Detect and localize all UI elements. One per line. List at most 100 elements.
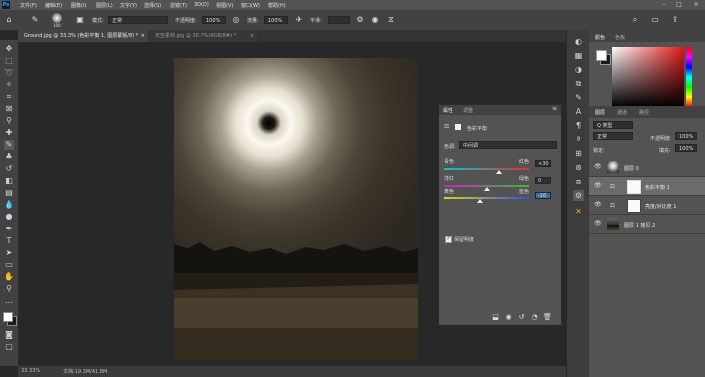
preserve-luminosity-checkbox[interactable]: ✓ xyxy=(445,236,452,243)
tab-adjustments[interactable]: 调整 xyxy=(463,107,473,114)
smoothing-input[interactable] xyxy=(328,16,350,24)
menu-3d[interactable]: 3D(D) xyxy=(194,2,209,8)
visibility-eye-icon[interactable]: 👁 xyxy=(594,163,602,171)
menu-select[interactable]: 选择(S) xyxy=(144,2,161,9)
properties-panel-icon[interactable]: ⚙ xyxy=(573,190,584,201)
magenta-green-value[interactable]: 0 xyxy=(535,177,551,184)
character-panel-icon[interactable]: A xyxy=(573,106,584,117)
layer-mask-thumbnail[interactable] xyxy=(627,180,641,194)
zoom-tool-icon[interactable]: ⚲ xyxy=(4,284,14,294)
minimize-icon[interactable]: – xyxy=(660,1,668,9)
blur-tool-icon[interactable]: 💧 xyxy=(4,200,14,210)
layer-row[interactable]: 👁 图层 0 xyxy=(589,158,705,177)
menu-edit[interactable]: 编辑(E) xyxy=(45,2,62,9)
adjustments-panel-icon[interactable]: ◑ xyxy=(573,64,584,75)
rectangle-tool-icon[interactable]: ▭ xyxy=(4,260,14,270)
panel-menu-icon[interactable]: ≡ xyxy=(552,105,557,112)
layer-mask-thumbnail[interactable] xyxy=(627,199,641,213)
yellow-blue-slider[interactable] xyxy=(444,197,529,199)
foreground-color-swatch[interactable] xyxy=(3,312,13,322)
marquee-tool-icon[interactable]: ⬚ xyxy=(4,56,14,66)
blend-mode-select[interactable]: 正常 xyxy=(593,132,633,140)
menu-filter[interactable]: 滤镜(T) xyxy=(170,2,187,9)
mode-select[interactable]: 正常 xyxy=(108,16,168,24)
tone-select[interactable]: 中间调 xyxy=(459,141,557,149)
slider-knob[interactable] xyxy=(496,170,503,174)
tab-sky-jpg[interactable]: 天空素材.jpg @ 30.7%(RGB/8#) * × xyxy=(149,30,257,42)
reset-icon[interactable]: ↺ xyxy=(517,313,526,322)
screen-mode-icon[interactable]: ▢ xyxy=(4,342,14,352)
brush-preview-icon[interactable] xyxy=(52,13,62,23)
move-tool-icon[interactable]: ✥ xyxy=(4,44,14,54)
tab-layers[interactable]: 图层 xyxy=(595,109,605,116)
search-icon[interactable]: ⌕ xyxy=(630,15,640,25)
more-tools-icon[interactable]: … xyxy=(4,296,14,306)
hue-slider[interactable] xyxy=(686,47,692,107)
clip-to-layer-icon[interactable]: ⬓ xyxy=(491,313,500,322)
delete-icon[interactable]: 🗑 xyxy=(543,313,552,322)
zoom-level[interactable]: 33.33% xyxy=(21,368,40,374)
share-icon[interactable]: ⇪ xyxy=(670,15,680,25)
layer-filter-select[interactable]: Q 类型 xyxy=(593,121,633,129)
tools-cross-icon[interactable]: ✕ xyxy=(573,206,584,217)
pressure-opacity-icon[interactable]: ◎ xyxy=(231,15,241,25)
visibility-eye-icon[interactable]: 👁 xyxy=(594,220,602,228)
eyedropper-tool-icon[interactable]: ⚲ xyxy=(4,116,14,126)
home-icon[interactable]: ⌂ xyxy=(4,15,14,25)
menu-help[interactable]: 帮助(H) xyxy=(268,2,286,9)
lasso-tool-icon[interactable]: ➰ xyxy=(4,68,14,78)
brush-tool-icon[interactable]: ✎ xyxy=(4,140,14,150)
fill-input[interactable]: 100% xyxy=(675,144,697,152)
flow-input[interactable]: 100% xyxy=(264,16,288,24)
slider-knob[interactable] xyxy=(483,187,490,191)
menu-layer[interactable]: 图层(L) xyxy=(96,2,113,9)
yellow-blue-value[interactable]: -16 xyxy=(535,192,551,199)
color-panel-icon[interactable]: ◐ xyxy=(573,36,584,47)
layer-row[interactable]: 👁 ⚖ 色彩平衡 1 xyxy=(589,177,705,196)
brush-settings-icon[interactable]: ▣ xyxy=(75,15,85,25)
brush-tool-icon[interactable]: ✎ xyxy=(30,15,40,25)
healing-brush-tool-icon[interactable]: ✚ xyxy=(4,128,14,138)
slider-knob[interactable] xyxy=(476,199,483,203)
brushes-panel-icon[interactable]: ✎ xyxy=(573,92,584,103)
swatches-panel-icon[interactable]: ▦ xyxy=(573,50,584,61)
view-previous-icon[interactable]: ◉ xyxy=(504,313,513,322)
symmetry-icon[interactable]: ⧖ xyxy=(386,15,396,25)
gear-icon[interactable]: ⚙ xyxy=(355,15,365,25)
visibility-eye-icon[interactable]: 👁 xyxy=(594,182,602,190)
eraser-tool-icon[interactable]: ◧ xyxy=(4,176,14,186)
gradient-tool-icon[interactable]: ▤ xyxy=(4,188,14,198)
tab-properties[interactable]: 属性 xyxy=(443,107,453,114)
glyphs-panel-icon[interactable]: ª xyxy=(573,134,584,145)
pressure-size-icon[interactable]: ◉ xyxy=(370,15,380,25)
cyan-red-value[interactable]: +30 xyxy=(535,160,551,167)
document-canvas[interactable] xyxy=(174,58,418,360)
paragraph-panel-icon[interactable]: ¶ xyxy=(573,120,584,131)
frame-tool-icon[interactable]: ⊠ xyxy=(4,104,14,114)
layer-row[interactable]: 👁 图层 1 拷贝 2 xyxy=(589,215,705,234)
menu-file[interactable]: 文件(F) xyxy=(20,2,37,9)
layer-comps-icon[interactable]: ⊞ xyxy=(573,148,584,159)
path-select-tool-icon[interactable]: ➤ xyxy=(4,248,14,258)
hand-tool-icon[interactable]: ✋ xyxy=(4,272,14,282)
type-tool-icon[interactable]: T xyxy=(4,236,14,246)
visibility-eye-icon[interactable]: 👁 xyxy=(594,201,602,209)
menu-type[interactable]: 文字(Y) xyxy=(120,2,137,9)
pen-tool-icon[interactable]: ✒ xyxy=(4,224,14,234)
opacity-input[interactable]: 100% xyxy=(202,16,226,24)
menu-view[interactable]: 视图(V) xyxy=(216,2,233,9)
menu-window[interactable]: 窗口(W) xyxy=(241,2,260,9)
tab-color[interactable]: 颜色 xyxy=(595,34,605,41)
dodge-tool-icon[interactable]: ● xyxy=(4,212,14,222)
quick-select-tool-icon[interactable]: ✧ xyxy=(4,80,14,90)
layer-row[interactable]: 👁 ⚖ 亮度/对比度 1 xyxy=(589,196,705,215)
tab-paths[interactable]: 路径 xyxy=(639,109,649,116)
crop-tool-icon[interactable]: ⌗ xyxy=(4,92,14,102)
quick-mask-icon[interactable]: ◙ xyxy=(4,330,14,340)
close-tab-icon[interactable]: × xyxy=(250,30,254,42)
workspace-icon[interactable]: ▭ xyxy=(650,15,660,25)
layer-opacity-input[interactable]: 100% xyxy=(675,132,697,140)
panel-foreground-swatch[interactable] xyxy=(596,50,607,61)
clone-stamp-tool-icon[interactable]: ♣ xyxy=(4,152,14,162)
cyan-red-slider[interactable] xyxy=(444,168,529,170)
